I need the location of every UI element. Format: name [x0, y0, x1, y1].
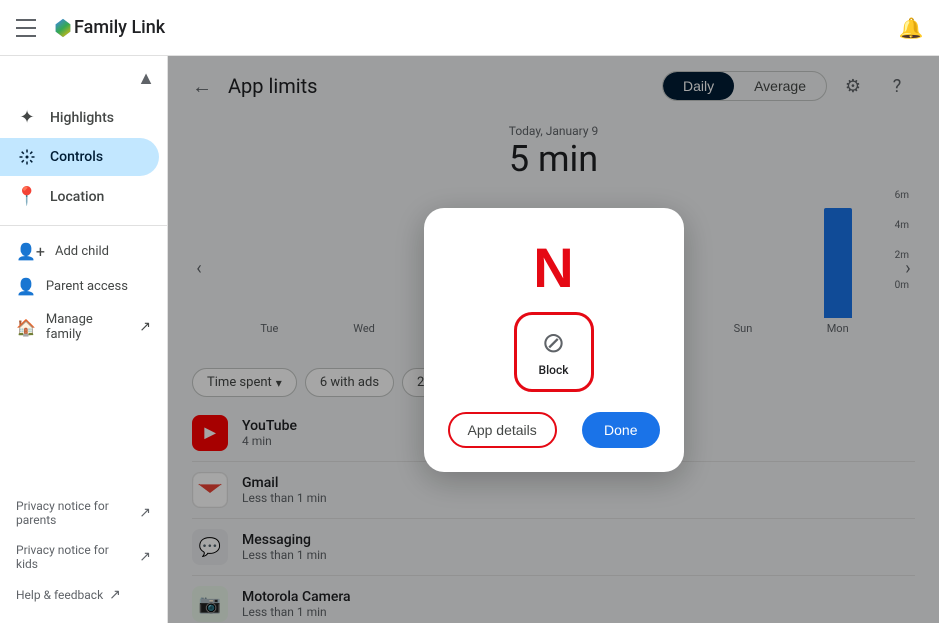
sidebar: ▲ ✦ Highlights Controls 📍 Location 👤+ Ad…	[0, 56, 168, 623]
sidebar-item-location[interactable]: 📍 Location	[0, 176, 159, 217]
sidebar-item-controls-label: Controls	[50, 149, 103, 165]
sidebar-collapse-btn[interactable]: ▲	[0, 64, 167, 97]
sidebar-item-manage-family[interactable]: 🏠 Manage family ↗	[0, 304, 167, 350]
add-child-icon: 👤+	[16, 242, 45, 261]
main-content: ← App limits Daily Average ⚙ ? Today, Ja…	[168, 56, 939, 623]
block-label: Block	[539, 363, 569, 377]
notifications-icon[interactable]: 🔔	[899, 16, 923, 40]
netflix-logo: N	[533, 240, 573, 296]
highlights-icon: ✦	[16, 107, 38, 128]
family-link-logo	[52, 17, 74, 39]
help-label: Help & feedback	[16, 588, 103, 602]
menu-icon[interactable]	[16, 16, 40, 40]
external-link-icon: ↗	[139, 319, 151, 335]
app-title: Family Link	[74, 17, 165, 38]
sidebar-item-highlights[interactable]: ✦ Highlights	[0, 97, 159, 138]
app-modal: N ⊘ Block App details Done	[424, 208, 684, 472]
ext-icon-3: ↗	[109, 587, 121, 603]
controls-icon	[16, 148, 38, 166]
sidebar-item-add-child-label: Add child	[55, 244, 109, 259]
sidebar-item-parent-access-label: Parent access	[46, 279, 128, 294]
privacy-kids-link[interactable]: Privacy notice for kids ↗	[0, 535, 167, 579]
sidebar-item-add-child[interactable]: 👤+ Add child	[0, 234, 167, 269]
sidebar-item-manage-family-label: Manage family	[46, 312, 129, 342]
sidebar-item-controls[interactable]: Controls	[0, 138, 159, 176]
privacy-parents-label: Privacy notice for parents	[16, 499, 133, 527]
parent-access-icon: 👤	[16, 277, 36, 296]
topbar: Family Link 🔔	[0, 0, 939, 56]
ext-icon-1: ↗	[139, 505, 151, 521]
sidebar-item-parent-access[interactable]: 👤 Parent access	[0, 269, 167, 304]
modal-overlay: N ⊘ Block App details Done	[168, 56, 939, 623]
chevron-up-icon[interactable]: ▲	[137, 68, 155, 89]
sidebar-item-location-label: Location	[50, 189, 104, 205]
done-button[interactable]: Done	[582, 412, 659, 448]
privacy-parents-link[interactable]: Privacy notice for parents ↗	[0, 491, 167, 535]
privacy-kids-label: Privacy notice for kids	[16, 543, 133, 571]
help-link[interactable]: Help & feedback ↗	[0, 579, 167, 611]
location-icon: 📍	[16, 186, 38, 207]
sidebar-item-highlights-label: Highlights	[50, 110, 114, 126]
block-button[interactable]: ⊘ Block	[514, 312, 594, 392]
modal-actions: App details Done	[448, 412, 660, 448]
app-details-button[interactable]: App details	[448, 412, 557, 448]
ext-icon-2: ↗	[139, 549, 151, 565]
manage-family-icon: 🏠	[16, 318, 36, 337]
block-icon: ⊘	[542, 326, 565, 359]
